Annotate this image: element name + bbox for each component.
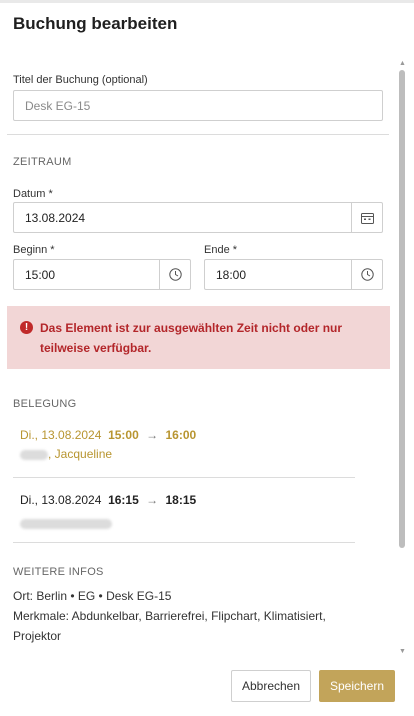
date-value: 13.08.2024 xyxy=(25,211,86,225)
end-clock-button[interactable] xyxy=(351,260,382,289)
booking-end: 16:00 xyxy=(165,428,197,442)
section-more-info-heading: WEITERE INFOS xyxy=(13,566,104,578)
features-info: Merkmale: Abdunkelbar, Barrierefrei, Fli… xyxy=(13,609,326,643)
booking-person: , Jacqueline xyxy=(20,447,112,461)
divider xyxy=(7,134,389,135)
arrow-icon: → xyxy=(146,493,159,507)
calendar-icon xyxy=(360,212,374,224)
date-input[interactable]: 13.08.2024 xyxy=(13,202,383,233)
alert-icon: ! xyxy=(20,321,33,334)
redacted-name xyxy=(20,518,112,529)
end-label: Ende * xyxy=(204,244,238,256)
booking-start: 16:15 xyxy=(108,493,139,507)
start-label: Beginn * xyxy=(13,244,55,256)
clock-icon xyxy=(168,268,182,281)
availability-alert: ! Das Element ist zur ausgewählten Zeit … xyxy=(7,306,390,369)
dialog-title: Buchung bearbeiten xyxy=(13,14,178,33)
booking-entry: Di., 13.08.2024 15:00 → 16:00 xyxy=(20,428,196,442)
clock-icon xyxy=(360,268,374,281)
dialog-scroll-area[interactable]: Titel der Buchung (optional) Desk EG-15 … xyxy=(0,60,398,658)
start-time-input[interactable]: 15:00 xyxy=(13,259,191,290)
redacted-name xyxy=(20,449,48,460)
scroll-up-icon[interactable]: ▲ xyxy=(399,60,406,67)
booking-end: 18:15 xyxy=(165,493,197,507)
end-time-value: 18:00 xyxy=(216,268,247,282)
divider xyxy=(13,477,355,478)
booking-person xyxy=(20,516,112,530)
booking-title-input[interactable]: Desk EG-15 xyxy=(13,90,383,121)
section-time-heading: ZEITRAUM xyxy=(13,156,72,168)
booking-date: Di., 13.08.2024 xyxy=(20,493,102,507)
scrollbar-thumb[interactable] xyxy=(399,70,405,548)
booking-start: 15:00 xyxy=(108,428,139,442)
booking-title-value: Desk EG-15 xyxy=(25,99,91,113)
divider xyxy=(13,542,355,543)
start-time-value: 15:00 xyxy=(25,268,56,282)
arrow-icon: → xyxy=(146,428,159,442)
booking-title-label: Titel der Buchung (optional) xyxy=(13,74,148,86)
booking-entry: Di., 13.08.2024 16:15 → 18:15 xyxy=(20,493,196,507)
save-button[interactable]: Speichern xyxy=(319,670,395,702)
date-label: Datum * xyxy=(13,188,53,200)
booking-date: Di., 13.08.2024 xyxy=(20,428,102,442)
top-handle xyxy=(0,0,414,3)
start-clock-button[interactable] xyxy=(159,260,190,289)
scroll-down-icon[interactable]: ▼ xyxy=(399,648,406,655)
location-info: Ort: Berlin • EG • Desk EG-15 xyxy=(13,589,172,603)
alert-message: Das Element ist zur ausgewählten Zeit ni… xyxy=(40,321,343,355)
edit-booking-dialog: Buchung bearbeiten Titel der Buchung (op… xyxy=(0,0,414,716)
booking-person-name: , Jacqueline xyxy=(48,447,113,461)
section-occupancy-heading: BELEGUNG xyxy=(13,398,77,410)
scrollbar[interactable]: ▲ ▼ xyxy=(398,60,406,658)
end-time-input[interactable]: 18:00 xyxy=(204,259,383,290)
calendar-button[interactable] xyxy=(351,203,382,232)
cancel-button[interactable]: Abbrechen xyxy=(231,670,311,702)
